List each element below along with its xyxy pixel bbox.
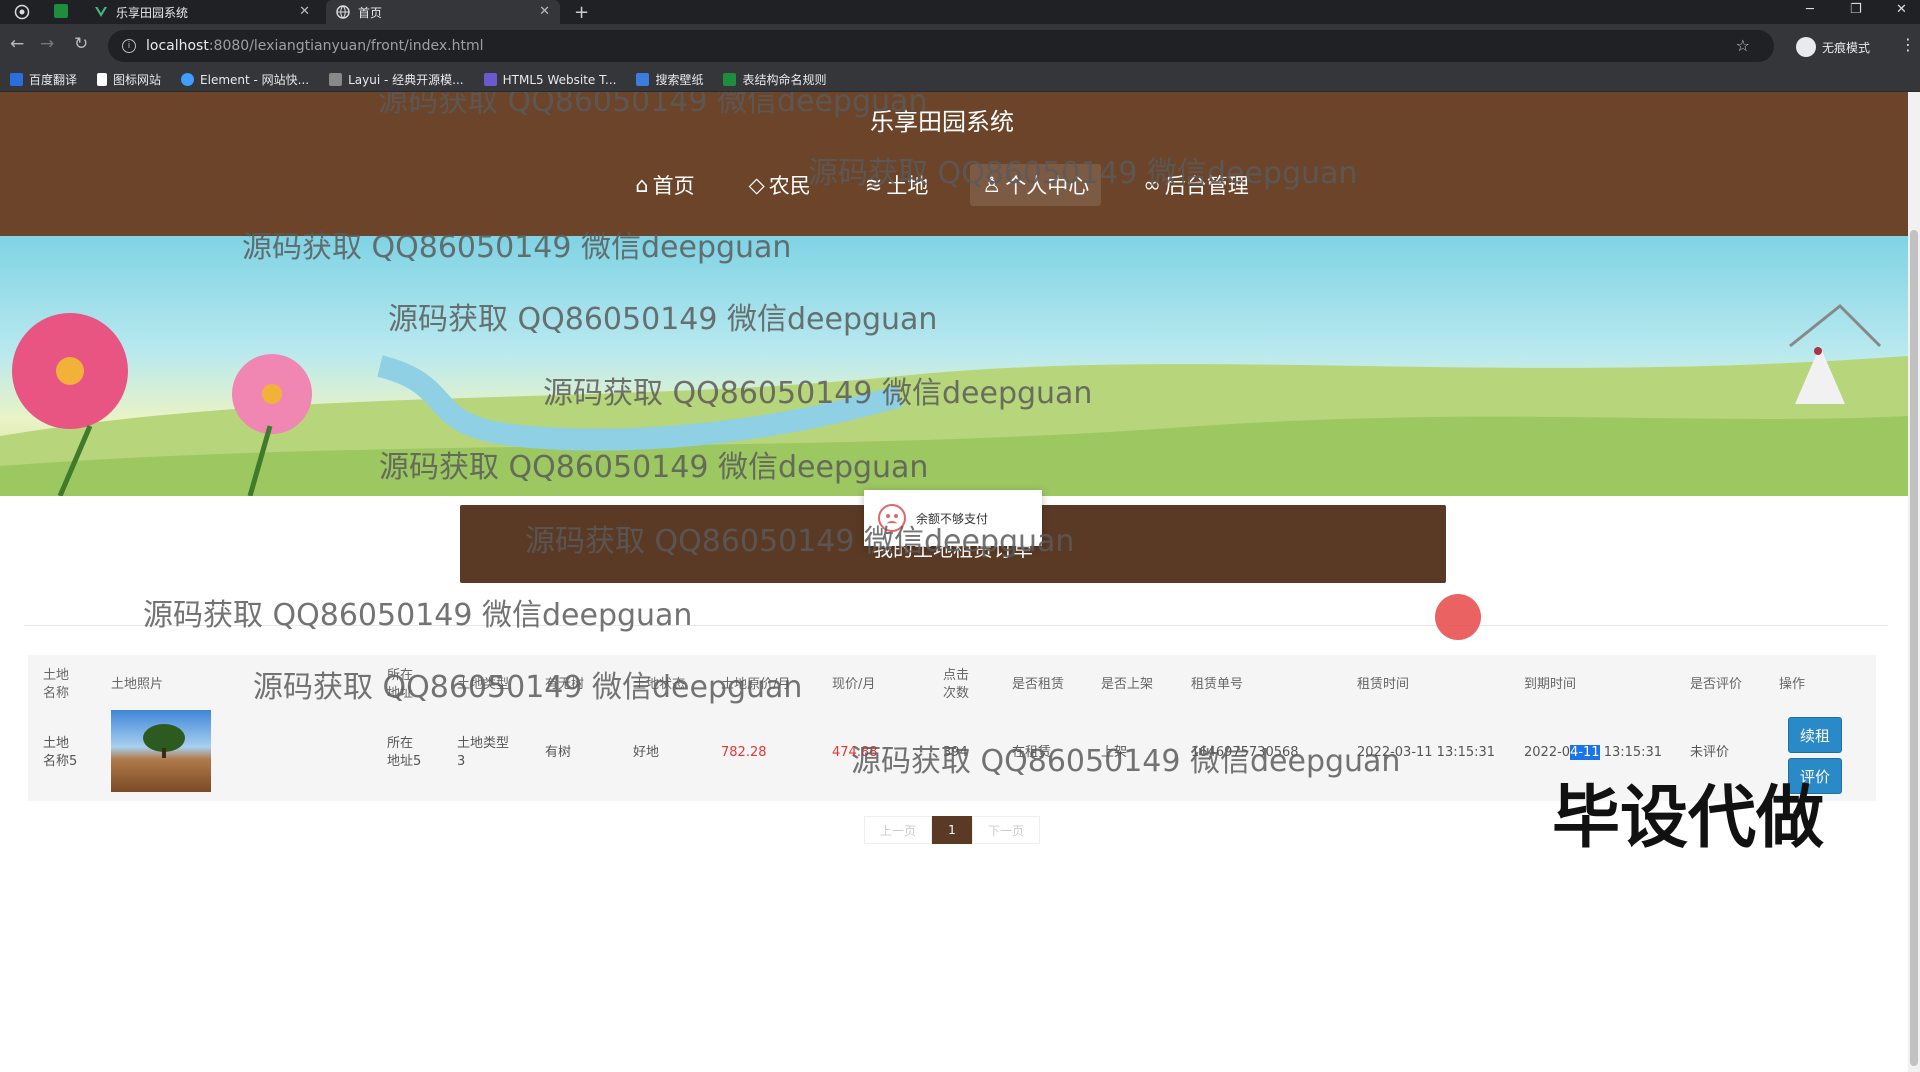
layui-icon [329,73,343,86]
wallpaper-icon [636,73,650,86]
scrollbar-thumb[interactable] [1910,230,1918,1066]
bookmark-item[interactable]: 搜索壁纸 [636,71,703,88]
incognito-label: 无痕模式 [1822,40,1871,55]
cell-tree: 有树 [545,745,572,760]
bookmark-item[interactable]: Element - 网站快... [181,71,309,88]
th-name: 土地 名称 [43,668,70,701]
minimize-icon[interactable]: ─ [1806,2,1814,17]
th-clicks: 点击 次数 [943,668,970,701]
menu-icon[interactable]: ⋮ [1900,35,1916,54]
page-1-button[interactable]: 1 [932,816,972,844]
html5-icon [483,73,497,86]
reload-icon[interactable]: ↻ [74,34,88,54]
text-selection: 4-11 [1570,745,1600,760]
th-expire-time: 到期时间 [1524,677,1577,692]
cell-status: 好地 [633,745,660,760]
flag-icon [97,73,108,86]
prev-page-button[interactable]: 上一页 [864,816,932,844]
cell-orig-price: 782.28 [721,745,767,760]
th-reviewed: 是否评价 [1690,677,1743,692]
promo-text: 毕设代做 [1552,779,1825,858]
vue-icon [94,5,108,19]
click-indicator [1435,594,1481,640]
bookmark-item[interactable]: Layui - 经典开源模... [329,71,464,88]
th-rented: 是否租赁 [1012,677,1065,692]
sheet-icon [723,73,737,86]
watermark: 源码获取 QQ86050149 微信deepguan [143,598,693,633]
th-order-no: 租赁单号 [1191,677,1244,692]
translate-icon [10,73,23,86]
th-photo: 土地照片 [111,677,164,692]
page-viewport: 乐享田园系统 ⌂ 首页 ◇ 农民 ≋ 土地 ♙ 个人中心 ∞ 后台管理 我的土地租赁订单 [0,92,1920,1072]
forward-icon[interactable]: → [40,34,54,54]
cell-name: 土地 名称5 [43,736,78,769]
th-listed: 是否上架 [1101,677,1154,692]
url-host: localhost [146,38,209,54]
restore-icon[interactable]: ❐ [1850,2,1862,17]
info-icon[interactable]: i [122,39,136,53]
cell-reviewed: 未评价 [1690,745,1730,760]
tab-lexiang[interactable]: 乐享田园系统 ✕ [84,0,320,24]
cell-address: 所在 地址5 [387,736,422,769]
tab-home[interactable]: 首页 ✕ [326,0,560,24]
th-action: 操作 [1779,677,1806,692]
th-cur-price: 现价/月 [832,677,876,692]
home-icon: ⌂ [635,173,649,197]
watermark: 源码获取 QQ86050149 微信deepguan [253,670,803,705]
watermark: 源码获取 QQ86050149 微信deepguan [525,524,1075,559]
bookmark-item[interactable]: 表结构命名规则 [723,71,826,88]
chrome-globe-icon [14,4,30,20]
watermark: 源码获取 QQ86050149 微信deepguan [808,156,1358,191]
watermark: 源码获取 QQ86050149 微信deepguan [543,376,1093,411]
back-icon[interactable]: ← [10,34,24,54]
next-page-button[interactable]: 下一页 [972,816,1040,844]
page-scrollbar[interactable] [1908,92,1920,1072]
close-window-icon[interactable]: ✕ [1896,2,1907,17]
address-bar[interactable]: i localhost:8080/lexiangtianyuan/front/i… [108,30,1774,62]
banner-illustration [0,303,1908,496]
watermark: 源码获取 QQ86050149 微信deepguan [851,744,1401,779]
hero-banner [0,236,1908,496]
browser-tab-bar: 乐享田园系统 ✕ 首页 ✕ + ─ ❐ ✕ [0,0,1920,24]
cell-expire-time: 2022-04-11 13:15:31 [1524,745,1663,760]
watermark: 源码获取 QQ86050149 微信deepguan [378,92,928,119]
renew-button[interactable]: 续租 [1788,717,1842,753]
cell-type: 土地类型 3 [457,736,510,769]
incognito-icon [1796,37,1816,57]
close-icon[interactable]: ✕ [539,4,550,19]
land-photo[interactable] [111,710,211,792]
close-icon[interactable]: ✕ [299,4,310,19]
th-rent-time: 租赁时间 [1357,677,1410,692]
element-icon [181,73,195,86]
browser-toolbar: ← → ↻ i localhost:8080/lexiangtianyuan/f… [0,24,1920,68]
tab-title: 首页 [358,5,383,20]
bookmarks-bar: 百度翻译 图标网站 Element - 网站快... Layui - 经典开源模… [0,68,1920,92]
tab-title: 乐享田园系统 [116,5,189,20]
bookmark-item[interactable]: HTML5 Website T... [483,73,616,87]
incognito-badge[interactable]: 无痕模式 [1796,37,1870,57]
site-title: 乐享田园系统 [870,108,1014,136]
watermark: 源码获取 QQ86050149 微信deepguan [379,450,929,485]
spreadsheet-icon[interactable] [54,4,68,18]
bookmark-item[interactable]: 百度翻译 [10,71,77,88]
new-tab-icon[interactable]: + [574,2,589,23]
pagination: 上一页 1 下一页 [864,816,1040,844]
nav-home[interactable]: ⌂ 首页 [623,164,706,206]
tag-icon: ◇ [748,173,765,197]
bookmark-star-icon[interactable]: ☆ [1736,36,1750,55]
watermark: 源码获取 QQ86050149 微信deepguan [242,230,792,265]
url-path: :8080/lexiangtianyuan/front/index.html [208,38,484,54]
watermark: 源码获取 QQ86050149 微信deepguan [388,302,938,337]
bookmark-item[interactable]: 图标网站 [97,71,161,88]
globe-icon [336,5,350,19]
